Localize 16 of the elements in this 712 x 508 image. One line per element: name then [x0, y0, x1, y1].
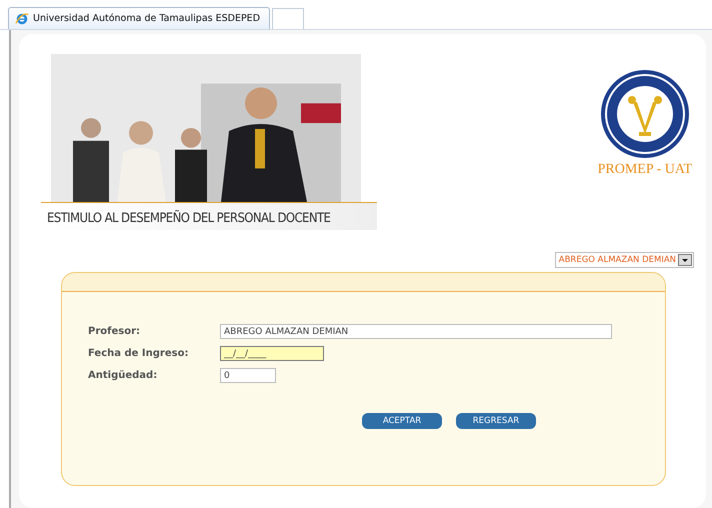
professor-dropdown[interactable]: ABREGO ALMAZAN DEMIAN [554, 252, 694, 268]
form-button[interactable]: ACEPTAR [362, 413, 442, 429]
browser-icon [15, 12, 29, 26]
field-label: Profesor: [88, 326, 142, 337]
input-field[interactable]: 0 [220, 368, 276, 383]
page-title: ESTIMULO AL DESEMPEÑO DEL PERSONAL DOCENTE [47, 211, 330, 226]
new-tab-button[interactable] [272, 8, 304, 29]
form-button[interactable]: REGRESAR [456, 413, 536, 429]
field-label: Fecha de Ingreso: [88, 348, 190, 359]
tab-title: Universidad Autónoma de Tamaulipas ESDEPED [33, 13, 260, 24]
field-label: Antigüedad: [88, 370, 158, 381]
browser-tab[interactable]: Universidad Autónoma de Tamaulipas ESDEPED [8, 7, 270, 29]
input-field[interactable]: ABREGO ALMAZAN DEMIAN [220, 324, 612, 339]
seal-logo-icon [598, 68, 691, 160]
input-field[interactable]: __/__/____ [220, 346, 324, 361]
logo-caption: PROMEP - UAT [598, 162, 692, 178]
